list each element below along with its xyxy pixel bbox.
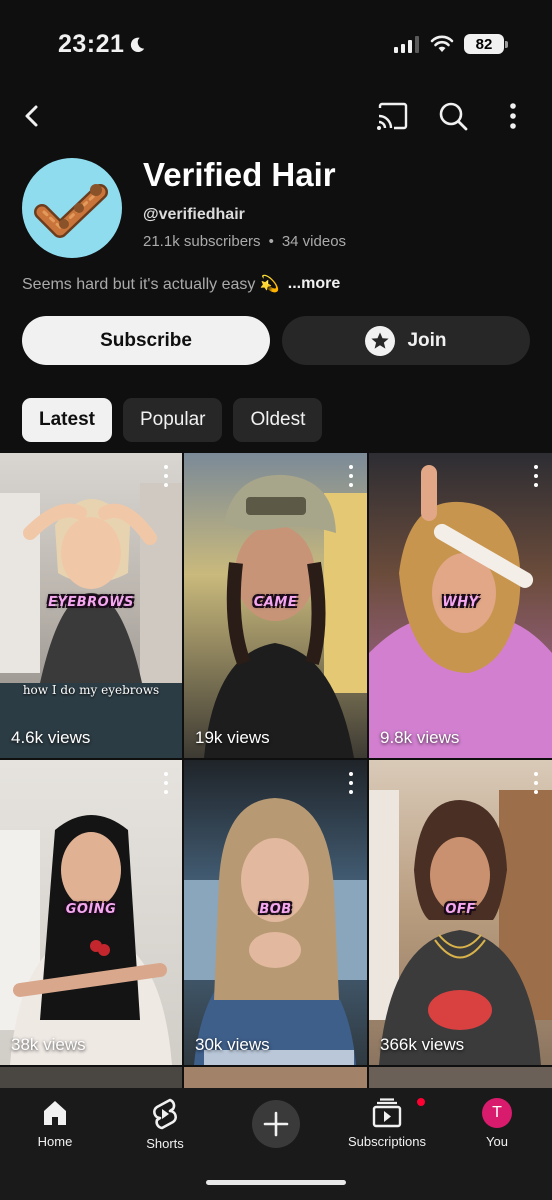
view-count: 30k views — [195, 1035, 270, 1054]
nav-you[interactable]: T You — [442, 1088, 552, 1168]
nav-home[interactable]: Home — [0, 1088, 110, 1168]
shorts-icon — [153, 1098, 177, 1130]
nav-shorts[interactable]: Shorts — [110, 1088, 220, 1168]
video-overlay-text: how I do my eyebrows — [22, 683, 160, 697]
home-indicator — [206, 1180, 346, 1185]
channel-description[interactable]: Seems hard but it's actually easy 💫 ...m… — [22, 274, 340, 294]
nav-you-label: You — [486, 1134, 508, 1149]
subscribe-label: Subscribe — [100, 329, 192, 351]
nav-subscriptions-label: Subscriptions — [347, 1134, 427, 1149]
short-tile[interactable]: GOING 38k views — [0, 760, 182, 1065]
status-bar: 23:21 82 — [0, 0, 552, 90]
description-more-link[interactable]: ...more — [288, 275, 340, 293]
short-tile[interactable]: EYEBROWS how I do my eyebrows 4.6k views — [0, 453, 182, 758]
view-count: 4.6k views — [11, 728, 91, 747]
video-caption: OFF — [445, 902, 476, 917]
chip-popular[interactable]: Popular — [122, 398, 223, 442]
short-tile[interactable]: OFF 366k views — [369, 760, 552, 1065]
chip-oldest[interactable]: Oldest — [233, 398, 323, 442]
description-text: Seems hard but it's actually easy 💫 — [22, 276, 280, 293]
nav-subscriptions[interactable]: Subscriptions — [332, 1088, 442, 1168]
search-icon — [439, 102, 468, 131]
video-more-button[interactable] — [345, 465, 357, 487]
channel-handle: @verifiedhair — [143, 206, 245, 223]
view-count: 366k views — [380, 1035, 465, 1054]
status-time: 23:21 — [58, 30, 146, 59]
video-caption: WHY — [442, 595, 479, 610]
status-right: 82 — [394, 34, 508, 54]
short-tile[interactable]: CAME 19k views — [184, 453, 367, 758]
subscriptions-icon — [372, 1098, 402, 1128]
short-tile[interactable]: BOB 30k views — [184, 760, 367, 1065]
video-more-button[interactable] — [530, 772, 542, 794]
video-caption: BOB — [259, 902, 292, 917]
more-vertical-icon — [510, 103, 516, 129]
channel-avatar[interactable] — [22, 158, 122, 258]
short-tile[interactable]: WHY 9.8k views — [369, 453, 552, 758]
video-caption: EYEBROWS — [48, 595, 134, 610]
you-avatar-initial: T — [492, 1104, 502, 1121]
shorts-grid: EYEBROWS how I do my eyebrows 4.6k views… — [0, 453, 552, 1065]
video-more-button[interactable] — [345, 772, 357, 794]
join-button[interactable]: Join — [282, 316, 530, 365]
sort-chips: Latest Popular Oldest — [22, 398, 323, 442]
video-count: 34 videos — [281, 233, 347, 250]
search-button[interactable] — [435, 98, 471, 134]
chip-latest[interactable]: Latest — [22, 398, 112, 442]
channel-name: Verified Hair — [143, 156, 336, 193]
cellular-signal-icon — [394, 36, 419, 53]
short-tile-partial[interactable] — [0, 1067, 182, 1088]
cast-icon — [377, 102, 408, 130]
add-icon — [252, 1100, 300, 1148]
moon-icon — [131, 37, 145, 52]
star-icon — [365, 325, 396, 356]
nav-shorts-label: Shorts — [146, 1136, 184, 1151]
short-tile-partial[interactable] — [369, 1067, 552, 1088]
view-count: 9.8k views — [380, 728, 460, 747]
video-more-button[interactable] — [530, 465, 542, 487]
status-time-text: 23:21 — [58, 30, 125, 58]
video-more-button[interactable] — [160, 772, 172, 794]
next-row-peek — [0, 1067, 552, 1088]
view-count: 38k views — [11, 1035, 86, 1054]
cast-button[interactable] — [374, 98, 410, 134]
stats-separator: • — [268, 233, 274, 250]
home-icon — [44, 1101, 66, 1125]
more-options-button[interactable] — [495, 98, 531, 134]
video-caption: GOING — [65, 902, 117, 917]
video-caption: CAME — [253, 595, 298, 610]
verified-hair-logo — [34, 184, 108, 238]
view-count: 19k views — [195, 728, 270, 747]
back-button[interactable] — [14, 98, 50, 134]
channel-stats: 21.1k subscribers • 34 videos — [143, 233, 346, 250]
battery-level: 82 — [475, 35, 493, 53]
battery-indicator: 82 — [464, 34, 508, 54]
short-tile-partial[interactable] — [184, 1067, 367, 1088]
app-header — [0, 90, 552, 146]
chevron-left-icon — [25, 105, 38, 127]
join-label: Join — [407, 329, 447, 351]
notification-dot — [416, 1097, 426, 1107]
nav-create[interactable] — [220, 1088, 332, 1168]
nav-home-label: Home — [37, 1134, 73, 1149]
wifi-icon — [430, 35, 454, 52]
subscriber-count: 21.1k subscribers — [143, 233, 261, 250]
subscribe-button[interactable]: Subscribe — [22, 316, 270, 365]
you-avatar: T — [482, 1098, 512, 1128]
video-more-button[interactable] — [160, 465, 172, 487]
